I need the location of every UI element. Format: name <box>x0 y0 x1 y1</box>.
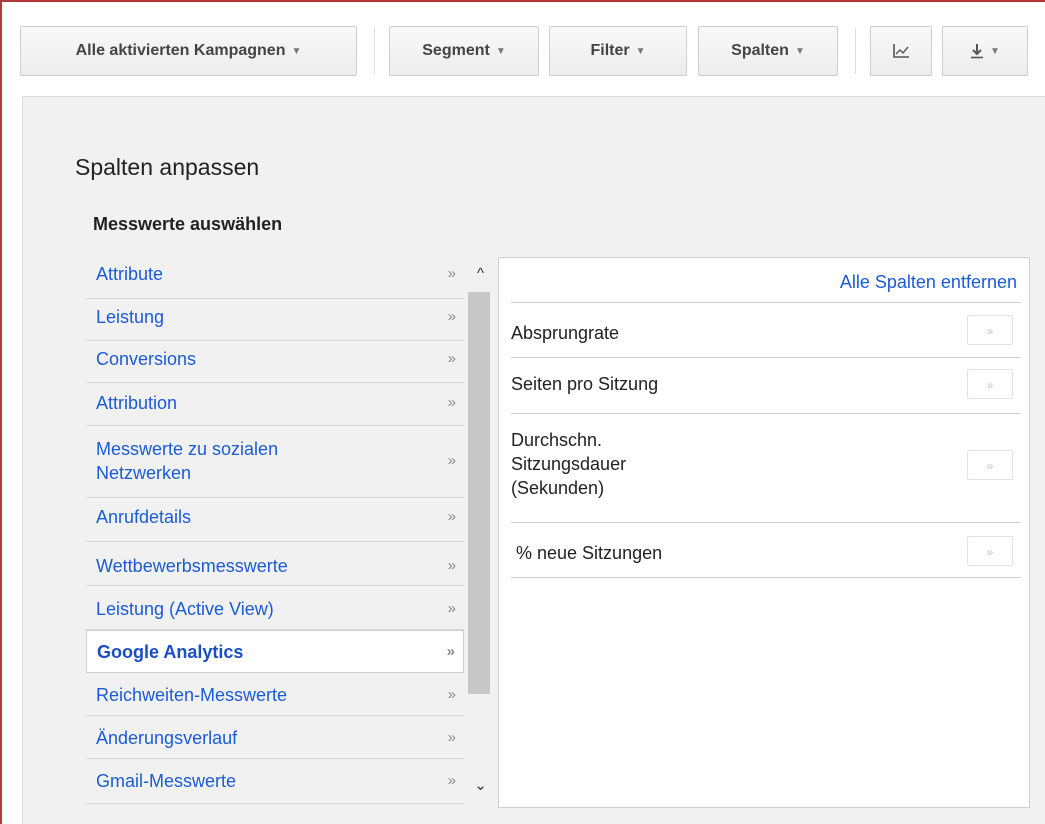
category-item[interactable]: Änderungsverlauf » <box>86 716 464 759</box>
scroll-up-button[interactable]: ^ <box>468 262 493 286</box>
chart-icon <box>893 44 909 58</box>
selected-column-row: Durchschn. Sitzungsdauer (Sekunden) » <box>511 414 1021 523</box>
chevron-right-icon: » <box>447 508 456 525</box>
selected-column-row: Absprungrate » <box>511 303 1021 358</box>
category-label: Attribute <box>96 264 164 284</box>
columns-label: Spalten <box>731 42 789 59</box>
chevron-right-icon: » <box>447 557 456 574</box>
chevron-right-icon: » <box>447 686 456 703</box>
scrollbar-thumb[interactable] <box>468 292 490 694</box>
category-item[interactable]: Wettbewerbsmesswerte » <box>86 542 464 586</box>
download-button[interactable]: ▼ <box>942 26 1028 76</box>
remove-column-button[interactable]: » <box>967 450 1013 480</box>
category-item[interactable]: Conversions » <box>86 341 464 383</box>
campaigns-filter-label: Alle aktivierten Kampagnen <box>75 42 286 59</box>
segment-label: Segment <box>422 42 490 59</box>
chevron-right-icon: » <box>447 394 456 411</box>
category-item[interactable]: Attribution » <box>86 383 464 426</box>
category-label: Gmail-Messwerte <box>96 771 237 791</box>
selected-columns-pane: Alle Spalten entfernen Absprungrate » Se… <box>498 257 1030 808</box>
chevron-right-icon: » <box>447 600 456 617</box>
caret-down-icon: ▼ <box>495 45 506 57</box>
chevron-right-icon: » <box>447 452 456 469</box>
category-item[interactable]: Messwerte zu sozialen Netzwerken » <box>86 426 464 498</box>
category-item[interactable]: Anrufdetails » <box>86 498 464 542</box>
panel-subtitle: Messwerte auswählen <box>93 214 283 234</box>
category-scrollbar[interactable]: ^ ⌄ <box>466 256 495 808</box>
filter-label: Filter <box>590 42 630 59</box>
category-label: Wettbewerbsmesswerte <box>96 556 288 576</box>
campaigns-filter-button[interactable]: Alle aktivierten Kampagnen ▼ <box>20 26 357 76</box>
category-item[interactable]: Attribute » <box>86 256 464 299</box>
category-label: Conversions <box>96 349 197 369</box>
chevron-right-icon: » <box>446 643 455 660</box>
download-icon <box>971 44 984 59</box>
category-label: Leistung (Active View) <box>96 599 274 619</box>
category-item[interactable]: Leistung » <box>86 299 464 341</box>
category-list: Attribute » Leistung » Conversions » Att… <box>86 256 464 804</box>
chart-button[interactable] <box>870 26 932 76</box>
caret-down-icon: ▼ <box>291 45 302 57</box>
chevron-right-icon: » <box>447 265 456 282</box>
selected-column-label: % neue Sitzungen <box>511 543 663 563</box>
selected-column-label: Durchschn. Sitzungsdauer (Sekunden) <box>511 430 627 498</box>
category-item[interactable]: Gmail-Messwerte » <box>86 759 464 804</box>
category-label: Reichweiten-Messwerte <box>96 685 288 705</box>
toolbar-separator <box>374 28 375 74</box>
category-label: Leistung <box>96 307 165 327</box>
toolbar-separator <box>855 28 856 74</box>
columns-button[interactable]: Spalten ▼ <box>698 26 838 76</box>
remove-column-button[interactable]: » <box>967 369 1013 399</box>
scroll-down-button[interactable]: ⌄ <box>468 774 493 798</box>
remove-all-columns-link[interactable]: Alle Spalten entfernen <box>840 272 1017 293</box>
category-label: Google Analytics <box>97 642 244 662</box>
selected-column-row: Seiten pro Sitzung » <box>511 358 1021 414</box>
chevron-right-icon: » <box>447 772 456 789</box>
chevron-right-icon: » <box>447 729 456 746</box>
panel-title: Spalten anpassen <box>75 154 260 180</box>
chevron-right-icon: » <box>447 350 456 367</box>
selected-column-label: Absprungrate <box>511 323 620 343</box>
caret-down-icon: ▼ <box>635 45 646 57</box>
category-label: Messwerte zu sozialen Netzwerken <box>96 439 279 483</box>
chevron-right-icon: » <box>447 308 456 325</box>
caret-down-icon: ▼ <box>794 45 805 57</box>
toolbar: Alle aktivierten Kampagnen ▼ Segment ▼ F… <box>0 0 1045 96</box>
selected-column-row: % neue Sitzungen » <box>511 523 1021 578</box>
category-label: Änderungsverlauf <box>96 728 238 748</box>
segment-button[interactable]: Segment ▼ <box>389 26 539 76</box>
selected-column-label: Seiten pro Sitzung <box>511 374 659 394</box>
caret-down-icon: ▼ <box>990 45 1000 57</box>
category-item[interactable]: Reichweiten-Messwerte » <box>86 673 464 716</box>
remove-column-button[interactable]: » <box>967 536 1013 566</box>
category-item-active[interactable]: Google Analytics » <box>86 630 464 673</box>
category-label: Attribution <box>96 393 178 413</box>
category-label: Anrufdetails <box>96 507 192 527</box>
remove-column-button[interactable]: » <box>967 315 1013 345</box>
filter-button[interactable]: Filter ▼ <box>549 26 687 76</box>
category-item[interactable]: Leistung (Active View) » <box>86 586 464 630</box>
